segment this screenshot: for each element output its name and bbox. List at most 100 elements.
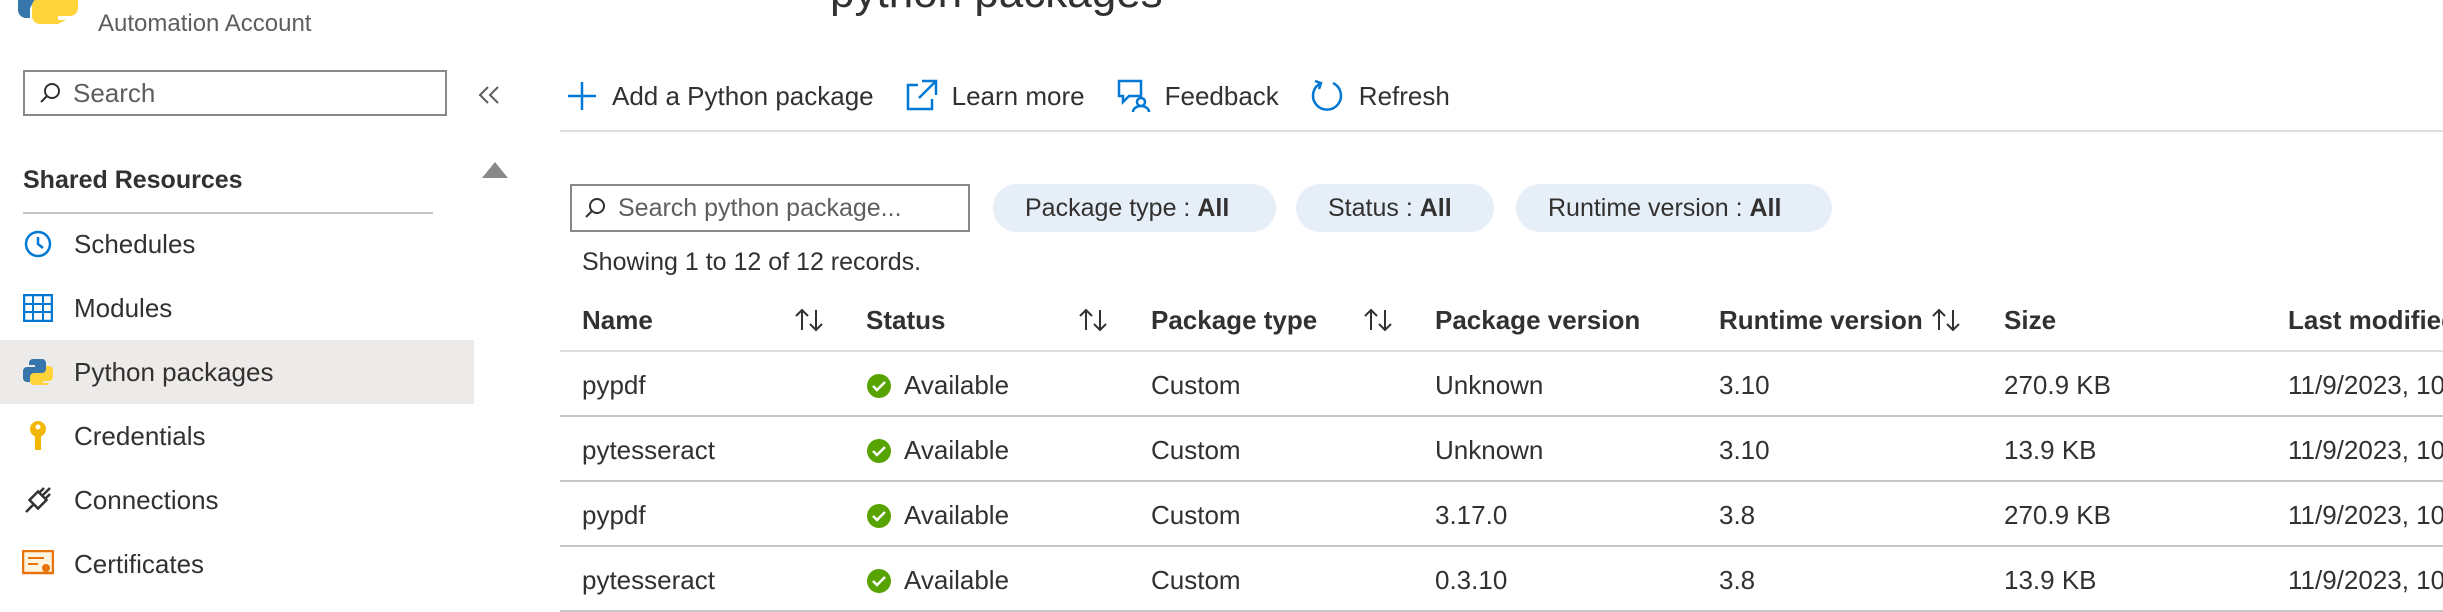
column-header-package-version[interactable]: Package version — [1435, 300, 1640, 340]
certificate-icon — [20, 546, 56, 582]
add-python-package-button[interactable]: Add a Python package — [566, 80, 874, 112]
sidebar-item-label: Modules — [74, 292, 173, 323]
sidebar-item-label: Credentials — [74, 420, 206, 451]
sidebar-item-label: Connections — [74, 484, 219, 515]
records-count: Showing 1 to 12 of 12 records. — [582, 248, 922, 276]
check-circle-icon — [867, 568, 891, 593]
cell-last-modified: 11/9/2023, 10 — [2288, 370, 2443, 400]
command-bar-divider — [560, 130, 2443, 132]
sidebar-item-label: Python packages — [74, 356, 274, 387]
search-icon — [40, 83, 60, 103]
sidebar-item-certificates[interactable]: Certificates — [0, 532, 474, 596]
sidebar-item-connections[interactable]: Connections — [0, 468, 474, 532]
feedback-label: Feedback — [1164, 80, 1279, 111]
account-type-label: Automation Account — [98, 10, 312, 37]
cell-package-version: Unknown — [1435, 435, 1544, 465]
sidebar-item-credentials[interactable]: Credentials — [0, 404, 474, 468]
sidebar-item-label: Certificates — [74, 548, 205, 579]
cell-package-type: Custom — [1151, 565, 1241, 595]
sort-runtime-version-icon[interactable] — [1929, 300, 1965, 340]
sidebar-item-schedules[interactable]: Schedules — [0, 212, 474, 276]
column-header-size[interactable]: Size — [2004, 300, 2056, 340]
cell-name[interactable]: pypdf — [582, 500, 646, 531]
column-header-last-modified[interactable]: Last modified — [2288, 300, 2443, 340]
sort-package-type-icon[interactable] — [1361, 300, 1397, 340]
collapse-sidebar-icon[interactable] — [472, 78, 506, 112]
refresh-label: Refresh — [1358, 80, 1450, 111]
status-label: Available — [904, 500, 1010, 530]
sidebar-item-label: Schedules — [74, 228, 196, 259]
column-header-name[interactable]: Name — [582, 300, 653, 340]
runtime-version-filter-value: All — [1749, 193, 1782, 222]
package-search-input[interactable] — [616, 192, 960, 224]
page-title: python packages — [830, 0, 1163, 18]
scroll-up-icon[interactable] — [480, 158, 510, 180]
package-search[interactable] — [570, 184, 970, 232]
cell-package-version: 0.3.10 — [1435, 565, 1508, 595]
table-row[interactable]: pypdf Available Custom 3.17.0 3.8 270.9 … — [560, 482, 2443, 547]
sidebar-item-python-packages[interactable]: Python packages — [0, 340, 474, 404]
check-circle-icon — [867, 503, 891, 528]
cell-runtime-version: 3.10 — [1719, 435, 1770, 465]
cell-runtime-version: 3.10 — [1719, 370, 1770, 400]
feedback-icon — [1117, 79, 1150, 113]
cell-last-modified: 11/9/2023, 10 — [2288, 435, 2443, 465]
table-row[interactable]: pytesseract Available Custom Unknown 3.1… — [560, 417, 2443, 482]
cell-package-type: Custom — [1151, 370, 1241, 400]
table-row[interactable]: pypdf Available Custom Unknown 3.10 270.… — [560, 352, 2443, 417]
cell-size: 13.9 KB — [2004, 435, 2097, 465]
section-heading: Shared Resources — [23, 166, 243, 194]
plug-icon — [20, 482, 56, 518]
cell-status: Available — [866, 500, 1009, 531]
sort-name-icon[interactable] — [792, 300, 828, 340]
refresh-button[interactable]: Refresh — [1309, 78, 1450, 114]
status-filter-value: All — [1419, 193, 1452, 222]
column-header-status[interactable]: Status — [866, 300, 945, 340]
cell-package-type: Custom — [1151, 435, 1241, 465]
refresh-icon — [1311, 79, 1343, 111]
cell-name[interactable]: pytesseract — [582, 565, 715, 596]
cell-package-version: Unknown — [1435, 370, 1544, 400]
cell-package-type: Custom — [1151, 500, 1241, 530]
status-label: Available — [904, 565, 1010, 595]
status-filter[interactable]: Status : All — [1296, 184, 1494, 232]
package-type-filter-value: All — [1197, 193, 1230, 222]
sort-status-icon[interactable] — [1076, 300, 1112, 340]
column-header-package-type[interactable]: Package type — [1151, 300, 1317, 340]
add-python-package-label: Add a Python package — [612, 80, 874, 111]
package-type-filter[interactable]: Package type : All — [993, 184, 1276, 232]
package-type-filter-label: Package type : — [1025, 193, 1198, 222]
cell-size: 13.9 KB — [2004, 565, 2097, 595]
search-icon — [585, 198, 605, 218]
cell-status: Available — [866, 435, 1009, 466]
sidebar-search[interactable] — [23, 70, 447, 116]
cell-last-modified: 11/9/2023, 10 — [2288, 500, 2443, 530]
check-circle-icon — [867, 373, 891, 398]
modules-grid-icon — [20, 290, 56, 326]
learn-more-label: Learn more — [951, 80, 1085, 111]
feedback-button[interactable]: Feedback — [1115, 78, 1279, 114]
sidebar-search-input[interactable] — [71, 76, 415, 110]
cell-name[interactable]: pytesseract — [582, 435, 715, 466]
runtime-version-filter-label: Runtime version : — [1548, 193, 1750, 222]
check-circle-icon — [867, 438, 891, 463]
status-label: Available — [904, 435, 1010, 465]
sidebar-item-modules[interactable]: Modules — [0, 276, 474, 340]
cell-size: 270.9 KB — [2004, 370, 2111, 400]
command-bar: Add a Python package Learn more Feedback… — [566, 70, 1480, 122]
python-icon — [20, 354, 56, 390]
plus-icon — [568, 82, 596, 110]
learn-more-button[interactable]: Learn more — [904, 79, 1085, 113]
python-logo-icon — [18, 0, 78, 24]
table-row[interactable]: pytesseract Available Custom 0.3.10 3.8 … — [560, 547, 2443, 612]
runtime-version-filter[interactable]: Runtime version : All — [1516, 184, 1832, 232]
status-filter-label: Status : — [1328, 193, 1420, 222]
key-icon — [20, 418, 56, 454]
cell-runtime-version: 3.8 — [1719, 565, 1756, 595]
cell-package-version: 3.17.0 — [1435, 500, 1508, 530]
cell-runtime-version: 3.8 — [1719, 500, 1756, 530]
cell-status: Available — [866, 565, 1009, 596]
cell-size: 270.9 KB — [2004, 500, 2111, 530]
column-header-runtime-version[interactable]: Runtime version — [1719, 300, 1923, 340]
cell-name[interactable]: pypdf — [582, 370, 646, 401]
